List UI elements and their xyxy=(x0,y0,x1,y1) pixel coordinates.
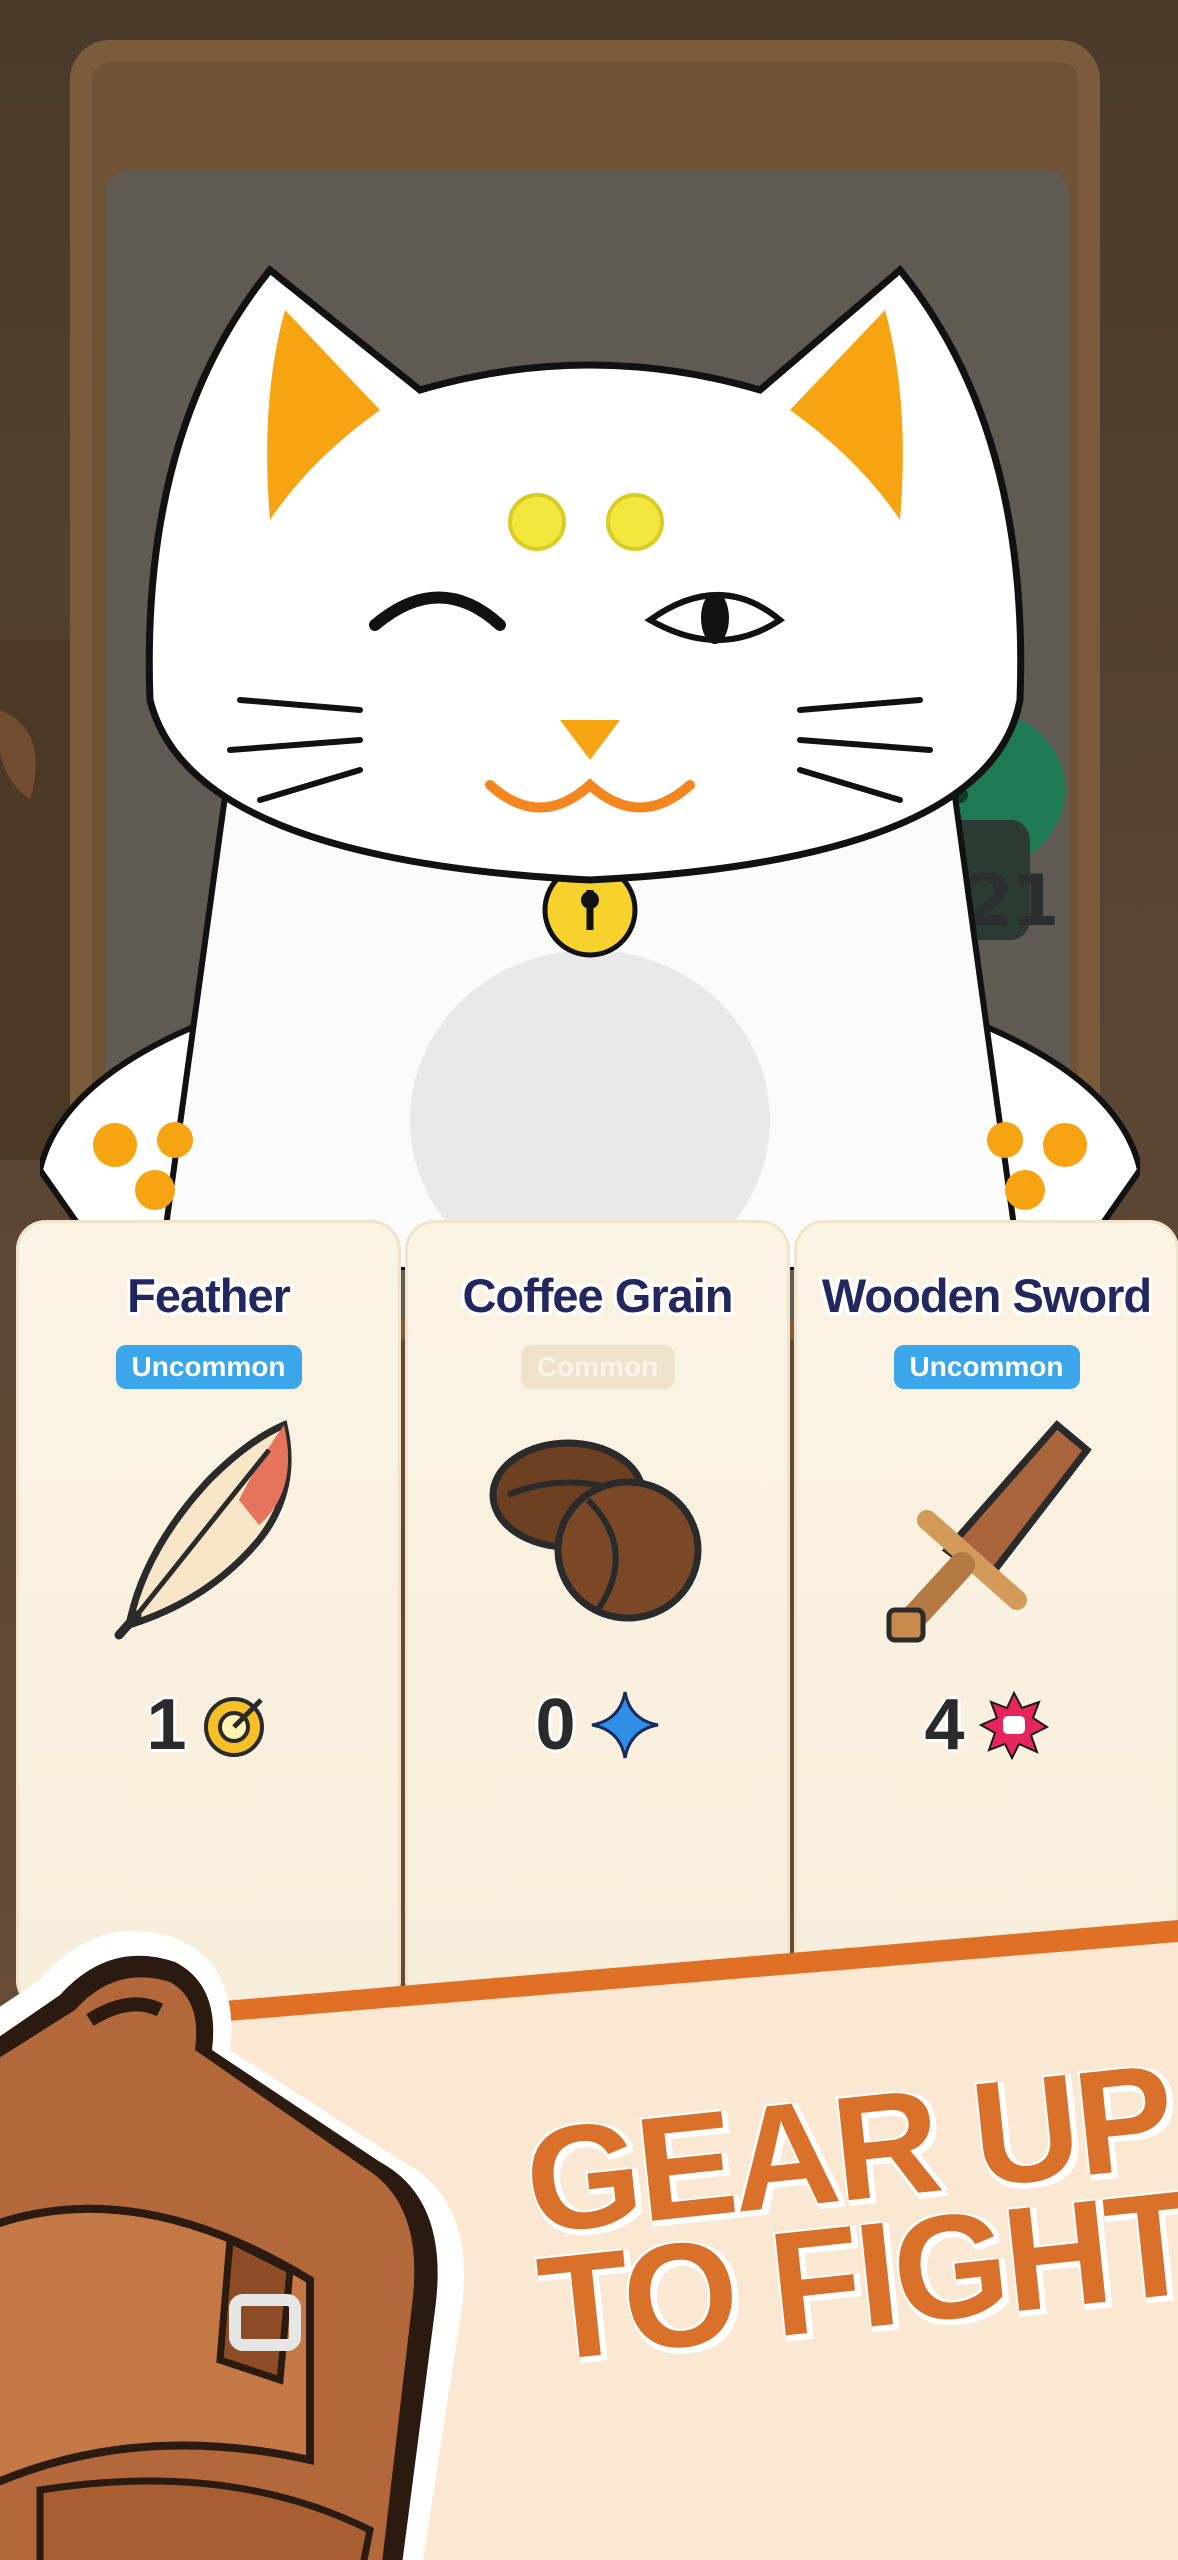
stat-value: 1 xyxy=(146,1685,187,1765)
stat-value: 0 xyxy=(535,1685,576,1765)
stat-row: 1 xyxy=(16,1680,401,1770)
backpack-icon[interactable] xyxy=(0,1900,520,2560)
sparkle-icon xyxy=(591,1691,658,1759)
stat-value: 4 xyxy=(924,1685,965,1765)
card-title: Feather xyxy=(127,1269,291,1322)
stat-row: 4 xyxy=(794,1680,1178,1770)
rarity-badge: Uncommon xyxy=(115,1345,302,1389)
feather-icon xyxy=(114,1420,292,1640)
stat-row: 0 xyxy=(405,1680,790,1770)
card-title: Wooden Sword xyxy=(821,1269,1152,1322)
item-card-feather[interactable]: Feather Uncommon 1 xyxy=(16,1220,401,2010)
lucky-cat-character xyxy=(40,265,1140,1270)
card-title: Coffee Grain xyxy=(462,1269,733,1322)
fist-icon xyxy=(978,1690,1049,1760)
rarity-badge: Uncommon xyxy=(893,1345,1080,1389)
target-icon xyxy=(203,1697,264,1757)
game-scene: 21 Feather Uncommon 1 Coffee Grain Commo… xyxy=(0,0,1178,2560)
coffee-bean-icon xyxy=(489,1439,701,1622)
item-card-wooden-sword[interactable]: Wooden Sword Uncommon 4 xyxy=(794,1220,1178,2010)
item-card-coffee-grain[interactable]: Coffee Grain Common 0 xyxy=(405,1220,790,2010)
rarity-badge: Common xyxy=(520,1345,675,1389)
wooden-sword-icon xyxy=(886,1420,1092,1643)
promo-headline: GEAR UP TO FIGHT xyxy=(518,2034,1178,2393)
